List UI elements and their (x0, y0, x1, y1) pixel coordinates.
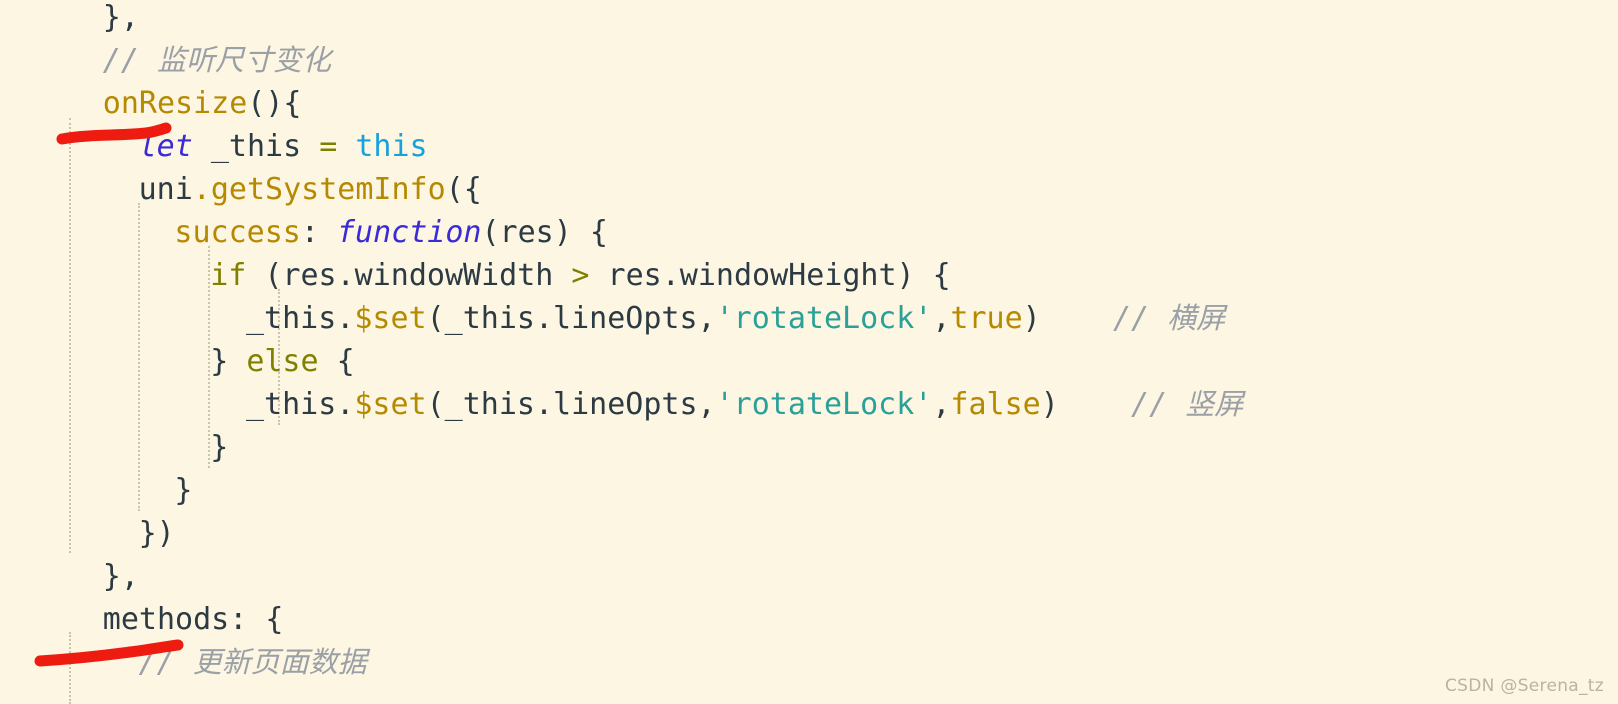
code-token: $set (354, 301, 427, 336)
code-token: // (1040, 301, 1168, 336)
code-token: // (1058, 387, 1186, 422)
code-token: $set (354, 387, 427, 422)
code-token: 监听尺寸变化 (156, 43, 331, 77)
code-line[interactable]: _this.$set(_this.lineOpts,'rotateLock',f… (0, 383, 1618, 426)
code-token: { (318, 344, 355, 379)
code-token: _this. (246, 301, 355, 336)
code-token: ) (1022, 301, 1041, 336)
csdn-watermark: CSDN @Serena_tz (1445, 676, 1604, 696)
code-token: _this (192, 129, 320, 164)
code-token: methods (102, 602, 230, 637)
code-token: // (138, 645, 193, 680)
code-line[interactable]: } (0, 426, 1618, 469)
code-token: res.windowHeight) { (589, 258, 951, 293)
code-editor-content[interactable]: },// 监听尺寸变化 onResize(){let _this = this un… (0, 0, 1618, 684)
code-token: (res.windowWidth (246, 258, 572, 293)
code-token: = (319, 129, 338, 164)
code-token: : (300, 215, 337, 250)
code-token: this (355, 129, 428, 164)
code-screenshot: },// 监听尺寸变化 onResize(){let _this = this un… (0, 0, 1618, 704)
code-line[interactable]: } (0, 469, 1618, 512)
code-token: 'rotateLock' (715, 387, 933, 422)
code-token: else (246, 344, 319, 379)
code-line[interactable]: }, (0, 0, 1618, 39)
code-token: : { (229, 602, 284, 637)
code-token: ) (1040, 387, 1059, 422)
code-line[interactable]: let _this = this (0, 125, 1618, 168)
code-token: false (950, 387, 1041, 422)
code-line[interactable]: onResize(){ (0, 82, 1618, 125)
code-line[interactable]: // 监听尺寸变化 (0, 39, 1618, 82)
code-line[interactable]: } else { (0, 340, 1618, 383)
code-token: let (138, 129, 193, 164)
code-line[interactable]: }) (0, 512, 1618, 555)
code-token: function (336, 215, 482, 250)
code-token: 竖屏 (1185, 387, 1244, 421)
code-token: .getSystemInfo (192, 172, 446, 207)
code-token: } (210, 430, 229, 465)
code-line[interactable]: uni.getSystemInfo({ (0, 168, 1618, 211)
code-token: }) (138, 516, 175, 551)
code-token: , (932, 301, 951, 336)
code-line[interactable]: }, (0, 555, 1618, 598)
code-token: }, (102, 0, 139, 35)
code-line[interactable]: methods: { (0, 598, 1618, 641)
code-line[interactable]: if (res.windowWidth > res.windowHeight) … (0, 254, 1618, 297)
code-token: onResize (102, 86, 248, 121)
code-token: (){ (247, 86, 302, 121)
code-token: 'rotateLock' (715, 301, 933, 336)
code-token: success (174, 215, 301, 250)
code-token: _this. (246, 387, 355, 422)
code-token: (res) { (481, 215, 608, 250)
code-token: , (932, 387, 951, 422)
code-token: true (950, 301, 1023, 336)
code-line[interactable]: _this.$set(_this.lineOpts,'rotateLock',t… (0, 297, 1618, 340)
code-token: > (571, 258, 590, 293)
code-token: 更新页面数据 (192, 645, 367, 679)
code-token: }, (102, 559, 139, 594)
code-token: ({ (445, 172, 482, 207)
code-line[interactable]: success: function(res) { (0, 211, 1618, 254)
code-token: // (102, 43, 157, 78)
code-token: if (210, 258, 247, 293)
code-token: } (210, 344, 247, 379)
code-token: (_this.lineOpts, (426, 387, 716, 422)
code-token: uni (138, 172, 193, 207)
code-token: } (174, 473, 193, 508)
code-token: (_this.lineOpts, (426, 301, 716, 336)
code-line[interactable]: // 更新页面数据 (0, 641, 1618, 684)
code-token: 横屏 (1167, 301, 1226, 335)
